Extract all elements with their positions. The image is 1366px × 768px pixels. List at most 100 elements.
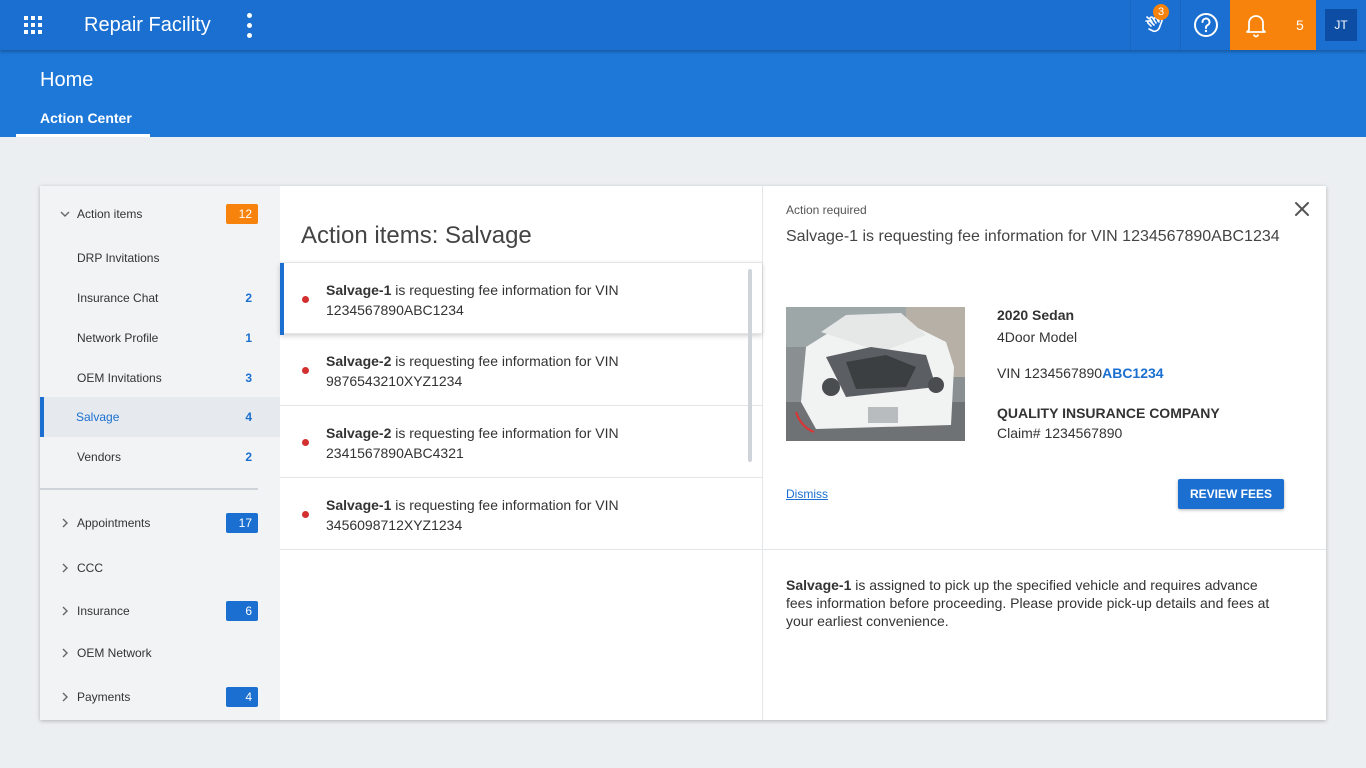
bell-icon	[1246, 15, 1266, 38]
avatar: JT	[1325, 9, 1357, 41]
vehicle-model: 4Door Model	[997, 329, 1078, 345]
notification-count: 5	[1296, 17, 1304, 33]
sidebar-item-count: 4	[245, 410, 252, 424]
list-item-text: is requesting fee information for VIN	[391, 353, 619, 369]
help-icon	[1193, 13, 1218, 37]
action-items-list-panel: Action items: Salvage Salvage-1 is reque…	[280, 186, 762, 720]
claim-number: Claim# 1234567890	[997, 425, 1123, 441]
list-item-text: is requesting fee information for VIN	[391, 425, 619, 441]
detail-label: Action required	[786, 203, 867, 217]
list-item[interactable]: Salvage-2 is requesting fee information …	[280, 334, 762, 406]
sidebar-item-count: 3	[245, 371, 252, 385]
count-badge: 4	[226, 687, 258, 707]
vehicle-photo	[786, 307, 965, 441]
list-item[interactable]: Salvage-2 is requesting fee information …	[280, 406, 762, 478]
close-icon[interactable]	[1293, 200, 1311, 218]
chevron-right-icon	[40, 691, 76, 703]
sidebar: Action items 12 DRP Invitations Insuranc…	[40, 186, 280, 720]
list-item-sender: Salvage-1	[326, 497, 392, 513]
apps-grid-icon[interactable]	[0, 0, 66, 50]
sidebar-group-label: Insurance	[77, 604, 130, 618]
user-avatar-button[interactable]: JT	[1316, 0, 1366, 50]
vehicle-vin: VIN 1234567890ABC1234	[997, 365, 1164, 381]
sidebar-group-insurance[interactable]: Insurance 6	[40, 591, 280, 631]
tab-action-center[interactable]: Action Center	[16, 107, 150, 137]
sidebar-item-oem-invitations[interactable]: OEM Invitations 3	[40, 358, 280, 398]
sidebar-item-count: 1	[245, 331, 252, 345]
list-item-vin: 9876543210XYZ1234	[326, 373, 463, 389]
unread-dot-icon	[302, 511, 309, 518]
unread-dot-icon	[302, 439, 309, 446]
list-scrollbar[interactable]	[748, 269, 752, 462]
list-item-text: is requesting fee information for VIN	[391, 282, 619, 298]
count-badge: 17	[226, 513, 258, 533]
list-item-sender: Salvage-2	[326, 425, 392, 441]
list-item-vin: 3456098712XYZ1234	[326, 517, 463, 533]
sidebar-item-label: OEM Invitations	[77, 371, 162, 385]
vin-highlight: ABC1234	[1102, 365, 1164, 381]
list-item[interactable]: Salvage-1 is requesting fee information …	[280, 478, 762, 550]
unread-dot-icon	[302, 367, 309, 374]
chevron-right-icon	[40, 517, 76, 529]
list-item-sender: Salvage-2	[326, 353, 392, 369]
sidebar-divider	[40, 488, 258, 490]
chevron-right-icon	[40, 562, 76, 574]
notifications-button[interactable]: 5	[1230, 0, 1316, 50]
list-item-vin: 1234567890ABC1234	[326, 302, 464, 318]
sidebar-group-label: Payments	[77, 690, 131, 704]
sidebar-group-appointments[interactable]: Appointments 17	[40, 503, 280, 543]
sidebar-group-oem-network[interactable]: OEM Network	[40, 633, 280, 673]
sidebar-item-label: Network Profile	[77, 331, 159, 345]
list-item-text: is requesting fee information for VIN	[391, 497, 619, 513]
top-app-bar: Repair Facility 3 5 JT	[0, 0, 1366, 50]
list-item-sender: Salvage-1	[326, 282, 392, 298]
unread-dot-icon	[302, 296, 309, 303]
sidebar-item-insurance-chat[interactable]: Insurance Chat 2	[40, 278, 280, 318]
hand-wave-badge: 3	[1153, 4, 1169, 20]
page-title: Home	[40, 69, 94, 91]
sidebar-item-vendors[interactable]: Vendors 2	[40, 437, 280, 477]
sidebar-item-label: DRP Invitations	[77, 251, 160, 265]
list-item[interactable]: Salvage-1 is requesting fee information …	[280, 262, 762, 335]
chevron-right-icon	[40, 605, 76, 617]
sidebar-group-label: Appointments	[77, 516, 151, 530]
chevron-right-icon	[40, 647, 76, 659]
insurer-name: QUALITY INSURANCE COMPANY	[997, 405, 1220, 421]
sidebar-item-salvage[interactable]: Salvage 4	[40, 397, 280, 437]
hand-wave-button[interactable]: 3	[1130, 0, 1180, 50]
sidebar-item-network-profile[interactable]: Network Profile 1	[40, 318, 280, 358]
sidebar-group-ccc[interactable]: CCC	[40, 548, 280, 588]
help-button[interactable]	[1180, 0, 1230, 50]
list-item-vin: 2341567890ABC4321	[326, 445, 464, 461]
sidebar-group-label: OEM Network	[77, 646, 152, 660]
vehicle-name: 2020 Sedan	[997, 307, 1075, 323]
sidebar-group-label: Action items	[77, 207, 143, 221]
sidebar-item-label: Salvage	[76, 410, 120, 424]
sidebar-item-drp-invitations[interactable]: DRP Invitations	[40, 238, 280, 278]
review-fees-button[interactable]: REVIEW FEES	[1178, 479, 1284, 509]
action-center-card: Action items 12 DRP Invitations Insuranc…	[40, 186, 1326, 720]
app-title: Repair Facility	[84, 13, 211, 36]
desc-sender: Salvage-1	[786, 577, 852, 593]
count-badge: 12	[226, 204, 258, 224]
detail-divider	[763, 549, 1326, 550]
desc-text: is assigned to pick up the specified veh…	[786, 577, 1270, 629]
vin-prefix: VIN 1234567890	[997, 365, 1103, 381]
sidebar-item-count: 2	[245, 450, 252, 464]
action-items-list: Salvage-1 is requesting fee information …	[280, 262, 762, 550]
more-vert-icon[interactable]	[243, 0, 257, 50]
sidebar-group-payments[interactable]: Payments 4	[40, 677, 280, 717]
sidebar-item-label: Vendors	[77, 450, 122, 464]
dismiss-link[interactable]: Dismiss	[786, 487, 828, 501]
sidebar-group-label: CCC	[77, 561, 103, 575]
sidebar-item-count: 2	[245, 291, 252, 305]
list-title: Action items: Salvage	[301, 222, 532, 249]
detail-panel: Action required Salvage-1 is requesting …	[762, 186, 1326, 720]
detail-title: Salvage-1 is requesting fee information …	[786, 228, 1280, 245]
chevron-down-icon	[40, 208, 76, 220]
detail-description: Salvage-1 is assigned to pick up the spe…	[786, 576, 1286, 630]
count-badge: 6	[226, 601, 258, 621]
page-header: Home Action Center	[0, 50, 1366, 137]
sidebar-group-action-items[interactable]: Action items 12	[40, 194, 280, 234]
sidebar-item-label: Insurance Chat	[77, 291, 159, 305]
